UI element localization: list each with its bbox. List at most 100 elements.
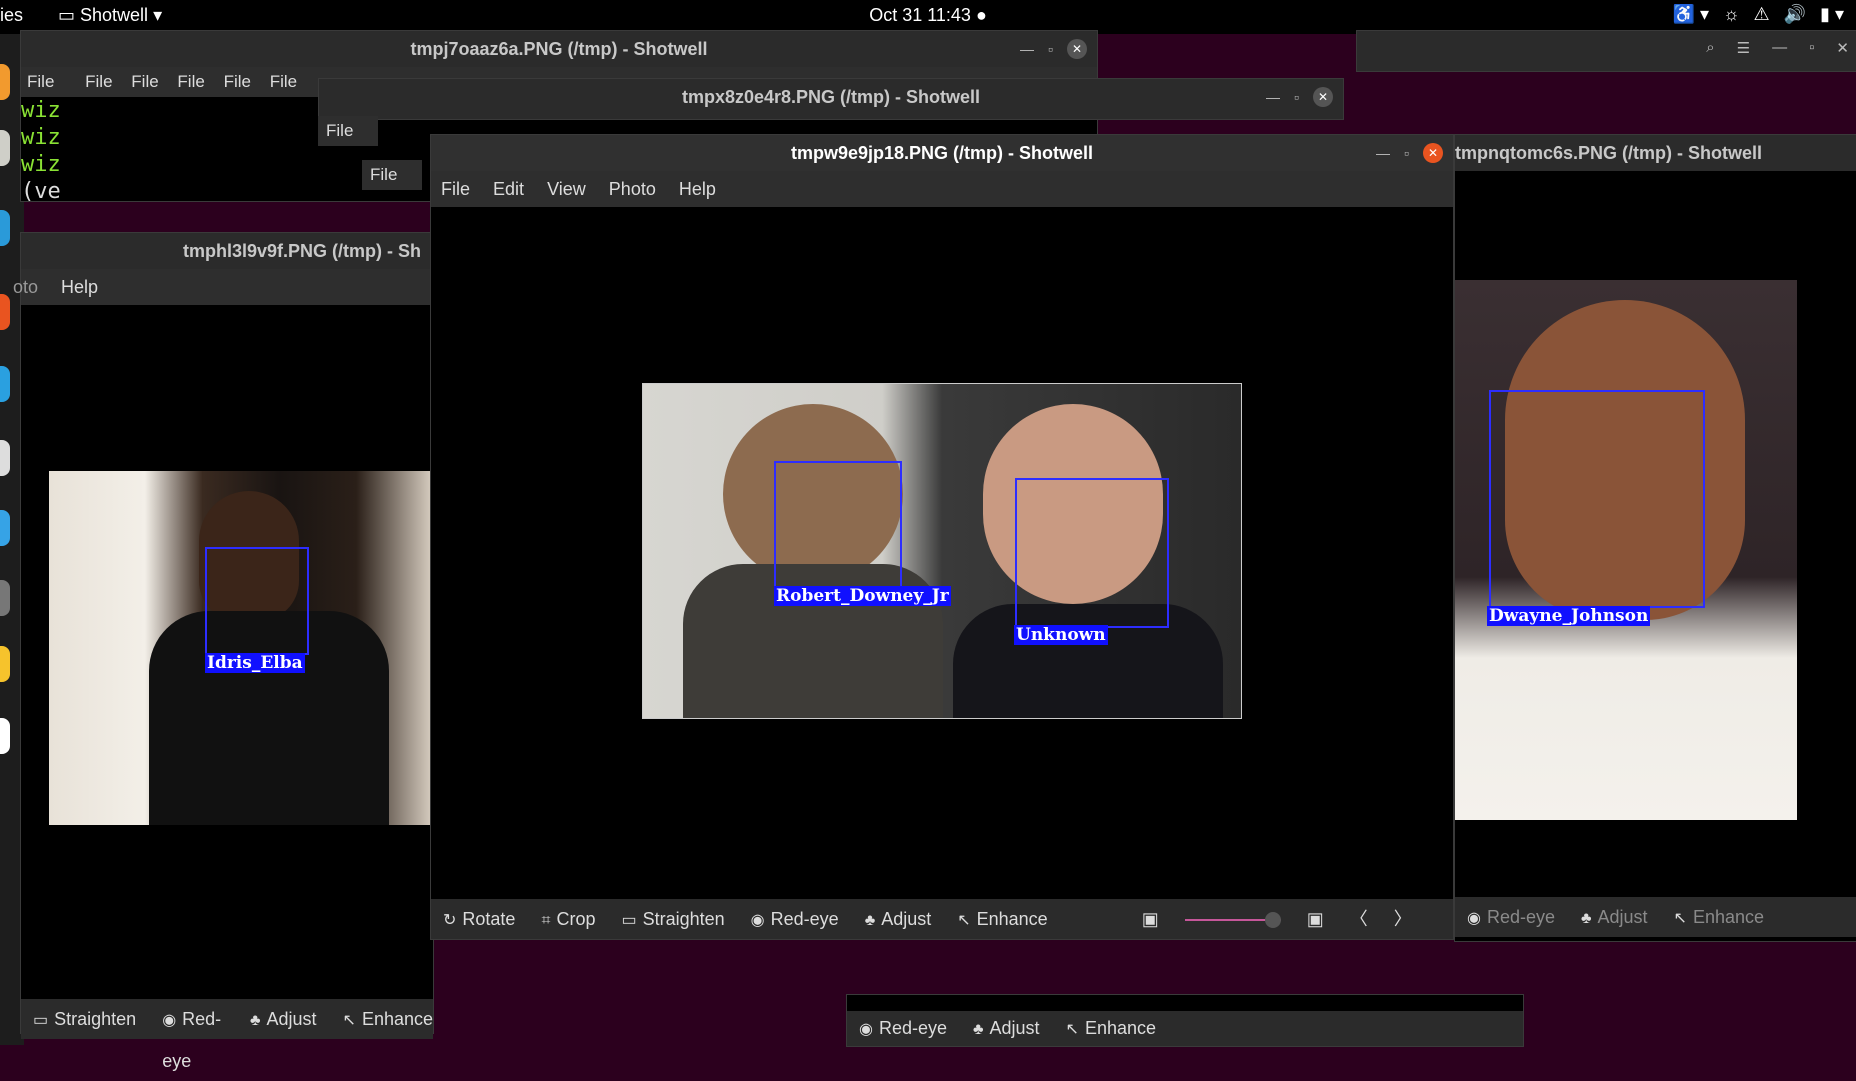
enhance-icon: ↖: [342, 1012, 356, 1029]
file-menu[interactable]: File: [27, 72, 54, 91]
trash-icon[interactable]: [0, 580, 10, 616]
notification-dot: ●: [975, 5, 987, 25]
brightness-icon[interactable]: ☼: [1723, 4, 1740, 25]
photo-dwayne[interactable]: Dwayne_Johnson: [1455, 280, 1797, 820]
previous-photo-icon[interactable]: 〈: [1350, 899, 1368, 939]
maximize-icon[interactable]: ▫: [1404, 145, 1409, 161]
file-menu[interactable]: File: [177, 72, 204, 91]
file-menu[interactable]: File: [85, 72, 112, 91]
clock-label: Oct 31 11:43: [869, 5, 971, 25]
red-eye-button[interactable]: ◉ Red-eye: [162, 999, 224, 1071]
battery-icon[interactable]: ▮ ▾: [1820, 4, 1844, 25]
window-titlebar[interactable]: tmpx8z0e4r8.PNG (/tmp) - Shotwell: [319, 79, 1343, 115]
volume-icon[interactable]: 🔊: [1784, 4, 1806, 25]
enhance-button[interactable]: ↖ Enhance: [1066, 1011, 1156, 1046]
files-icon[interactable]: [0, 130, 10, 166]
straighten-button[interactable]: ▭ Straighten: [621, 899, 724, 939]
shotwell-icon[interactable]: [0, 718, 10, 754]
maximize-icon[interactable]: ▫: [1809, 39, 1814, 57]
window-titlebar[interactable]: tmpj7oaaz6a.PNG (/tmp) - Shotwell: [21, 31, 1097, 67]
window-main[interactable]: tmpw9e9jp18.PNG (/tmp) - Shotwell — ▫ ✕ Fi…: [430, 134, 1454, 940]
settings-icon[interactable]: [0, 440, 10, 476]
minimize-icon[interactable]: —: [1772, 39, 1787, 57]
minimize-icon[interactable]: —: [1020, 41, 1034, 57]
file-menu[interactable]: File: [131, 72, 158, 91]
enhance-icon: ↖: [957, 912, 971, 929]
minimize-icon[interactable]: —: [1376, 145, 1390, 161]
menu-help[interactable]: Help: [679, 179, 716, 199]
zoom-in-icon[interactable]: ▣: [1307, 899, 1324, 939]
red-eye-button[interactable]: ◉ Red-eye: [751, 899, 839, 939]
window-bottom[interactable]: ◉ Red-eye ♣ Adjust ↖ Enhance: [846, 994, 1524, 1047]
enhance-label: Enhance: [1084, 1018, 1157, 1038]
photo-main[interactable]: Robert_Downey_Jr Unknown: [642, 383, 1242, 719]
adjust-icon: ♣: [864, 912, 876, 929]
system-tray[interactable]: ♿ ▾ ☼ ⚠ 🔊 ▮ ▾: [1673, 4, 1844, 25]
adjust-label: Adjust: [1597, 907, 1648, 927]
window-left[interactable]: tmphl3l9v9f.PNG (/tmp) - Sh oto Help Idr…: [13, 232, 434, 1071]
notes-icon[interactable]: [0, 646, 10, 682]
zoom-slider[interactable]: [1184, 899, 1281, 939]
close-icon[interactable]: ✕: [1423, 143, 1443, 163]
window-top-right[interactable]: ⌕ ☰ — ▫ ✕: [1356, 30, 1856, 72]
search-icon[interactable]: ⌕: [1706, 39, 1714, 57]
menu-photo[interactable]: Photo: [609, 179, 656, 199]
red-eye-button[interactable]: ◉ Red-eye: [1467, 897, 1555, 937]
help-icon[interactable]: [0, 366, 10, 402]
close-icon[interactable]: ✕: [1313, 87, 1333, 107]
adjust-button[interactable]: ♣ Adjust: [250, 999, 317, 1039]
file-menu[interactable]: File: [270, 72, 297, 91]
enhance-label: Enhance: [361, 1009, 433, 1029]
file-menu[interactable]: File: [362, 160, 422, 190]
crop-label: Crop: [556, 909, 596, 929]
zoom-out-icon[interactable]: ▣: [1142, 899, 1159, 939]
next-photo-icon[interactable]: 〉: [1394, 899, 1412, 939]
software-icon[interactable]: [0, 294, 10, 330]
menu-file[interactable]: File: [441, 179, 470, 199]
menu-help[interactable]: Help: [61, 277, 98, 297]
window-titlebar[interactable]: tmpw9e9jp18.PNG (/tmp) - Shotwell: [431, 135, 1453, 171]
straighten-label: Straighten: [642, 909, 725, 929]
accessibility-icon[interactable]: ♿ ▾: [1673, 4, 1709, 25]
close-icon[interactable]: ✕: [1067, 39, 1087, 59]
file-menu[interactable]: File: [318, 116, 378, 146]
window-titlebar[interactable]: tmphl3l9v9f.PNG (/tmp) - Sh: [21, 233, 433, 269]
enhance-icon: ↖: [1673, 910, 1687, 927]
menu-photo[interactable]: oto: [13, 277, 38, 297]
eye-icon: ◉: [1467, 910, 1481, 927]
enhance-button[interactable]: ↖ Enhance: [957, 899, 1047, 939]
enhance-button[interactable]: ↖ Enhance: [343, 999, 433, 1039]
enhance-button[interactable]: ↖ Enhance: [1674, 897, 1764, 937]
straighten-label: Straighten: [54, 1009, 137, 1029]
rotate-button[interactable]: ↻ Rotate: [443, 899, 515, 939]
maximize-icon[interactable]: ▫: [1294, 89, 1299, 105]
editor-icon[interactable]: [0, 510, 10, 546]
face-box: [1015, 478, 1169, 628]
rotate-label: Rotate: [462, 909, 516, 929]
enhance-icon: ↖: [1065, 1021, 1079, 1038]
adjust-button[interactable]: ♣ Adjust: [1581, 897, 1648, 937]
app-icon[interactable]: [0, 210, 10, 246]
adjust-button[interactable]: ♣ Adjust: [865, 899, 932, 939]
minimize-icon[interactable]: —: [1266, 89, 1280, 105]
network-icon[interactable]: ⚠: [1753, 4, 1769, 25]
close-icon[interactable]: ✕: [1836, 39, 1849, 57]
window-titlebar[interactable]: tmpnqtomc6s.PNG (/tmp) - Shotwell: [1455, 135, 1856, 171]
adjust-label: Adjust: [989, 1018, 1040, 1038]
window-back-2[interactable]: tmpx8z0e4r8.PNG (/tmp) - Shotwell — ▫ ✕: [318, 78, 1344, 120]
window-right[interactable]: tmpnqtomc6s.PNG (/tmp) - Shotwell Dwayne…: [1454, 134, 1856, 942]
maximize-icon[interactable]: ▫: [1048, 41, 1053, 57]
straighten-button[interactable]: ▭ Straighten: [33, 999, 136, 1039]
adjust-icon: ♣: [1581, 910, 1592, 927]
adjust-button[interactable]: ♣ Adjust: [973, 1011, 1040, 1046]
red-eye-button[interactable]: ◉ Red-eye: [859, 1011, 947, 1046]
photo-idris[interactable]: Idris_Elba: [49, 471, 433, 825]
menu-icon[interactable]: ☰: [1737, 39, 1750, 57]
clock[interactable]: Oct 31 11:43 ●: [0, 5, 1856, 26]
firefox-icon[interactable]: [0, 64, 10, 100]
menu-edit[interactable]: Edit: [493, 179, 524, 199]
menu-view[interactable]: View: [547, 179, 586, 199]
file-menu[interactable]: File: [224, 72, 251, 91]
menu-bar: File Edit View Photo Help: [431, 171, 1453, 207]
crop-button[interactable]: ⌗ Crop: [541, 899, 595, 939]
